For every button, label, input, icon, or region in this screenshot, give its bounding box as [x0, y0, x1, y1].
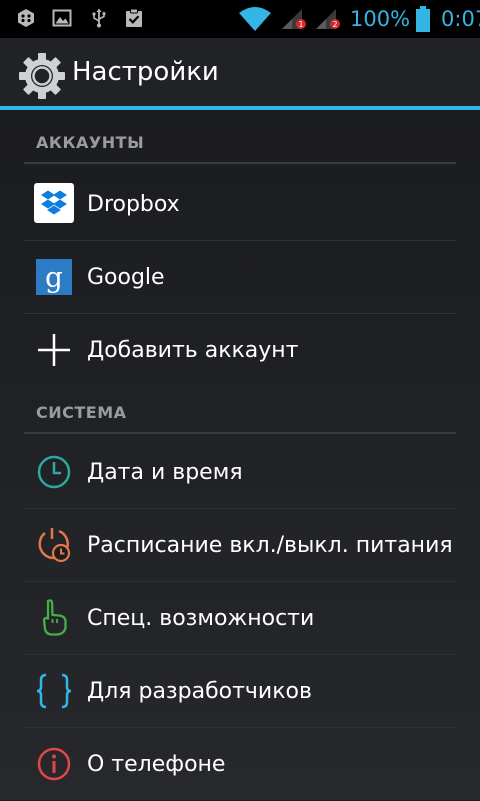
clipboard-check-icon	[126, 8, 142, 27]
signal-sim2-icon: 2	[316, 9, 340, 29]
battery-percent: 100%	[350, 7, 411, 31]
settings-item-label: Для разработчиков	[87, 679, 312, 704]
settings-item-label: Dropbox	[87, 192, 180, 217]
settings-item-about-phone[interactable]: О телефоне	[24, 728, 456, 801]
page-title: Настройки	[72, 57, 219, 87]
settings-item-label: О телефоне	[87, 752, 226, 777]
dropbox-icon	[34, 183, 74, 223]
signal-sim1-icon: 1	[282, 9, 306, 29]
hand-icon	[42, 599, 67, 636]
bbm-notification-icon	[18, 9, 34, 27]
google-icon: g	[36, 259, 72, 295]
settings-gear-icon[interactable]	[18, 52, 66, 100]
battery-icon	[416, 6, 431, 32]
settings-item-power-schedule[interactable]: Расписание вкл./выкл. питания	[24, 509, 456, 582]
settings-item-label: Дата и время	[87, 460, 243, 485]
settings-item-label: Спец. возможности	[87, 606, 315, 631]
settings-item-google[interactable]: g Google	[24, 241, 456, 314]
power-schedule-icon	[38, 528, 71, 563]
info-icon	[37, 747, 71, 781]
image-notification-icon	[52, 9, 72, 27]
braces-icon	[36, 673, 72, 709]
settings-item-developer[interactable]: Для разработчиков	[24, 655, 456, 728]
section-header-accounts: АККАУНТЫ	[24, 110, 456, 164]
settings-item-date-time[interactable]: Дата и время	[24, 436, 456, 509]
settings-item-add-account[interactable]: Добавить аккаунт	[24, 314, 456, 387]
status-bar[interactable]: 1 2 100% 0:07	[0, 0, 480, 38]
settings-item-label: Добавить аккаунт	[87, 338, 299, 363]
svg-text:g: g	[45, 261, 63, 294]
usb-icon	[92, 8, 106, 28]
plus-icon	[38, 334, 70, 366]
section-title-system: СИСТЕМА	[36, 403, 127, 422]
section-header-system: СИСТЕМА	[24, 380, 456, 434]
settings-item-label: Google	[87, 265, 165, 290]
settings-item-label: Расписание вкл./выкл. питания	[87, 533, 453, 558]
status-time: 0:07	[441, 7, 480, 31]
svg-text:2: 2	[332, 20, 337, 29]
clock-icon	[37, 455, 71, 489]
wifi-icon	[239, 7, 271, 31]
settings-item-accessibility[interactable]: Спец. возможности	[24, 582, 456, 655]
section-title-accounts: АККАУНТЫ	[36, 133, 145, 152]
settings-item-dropbox[interactable]: Dropbox	[24, 168, 456, 241]
svg-text:1: 1	[298, 20, 303, 29]
